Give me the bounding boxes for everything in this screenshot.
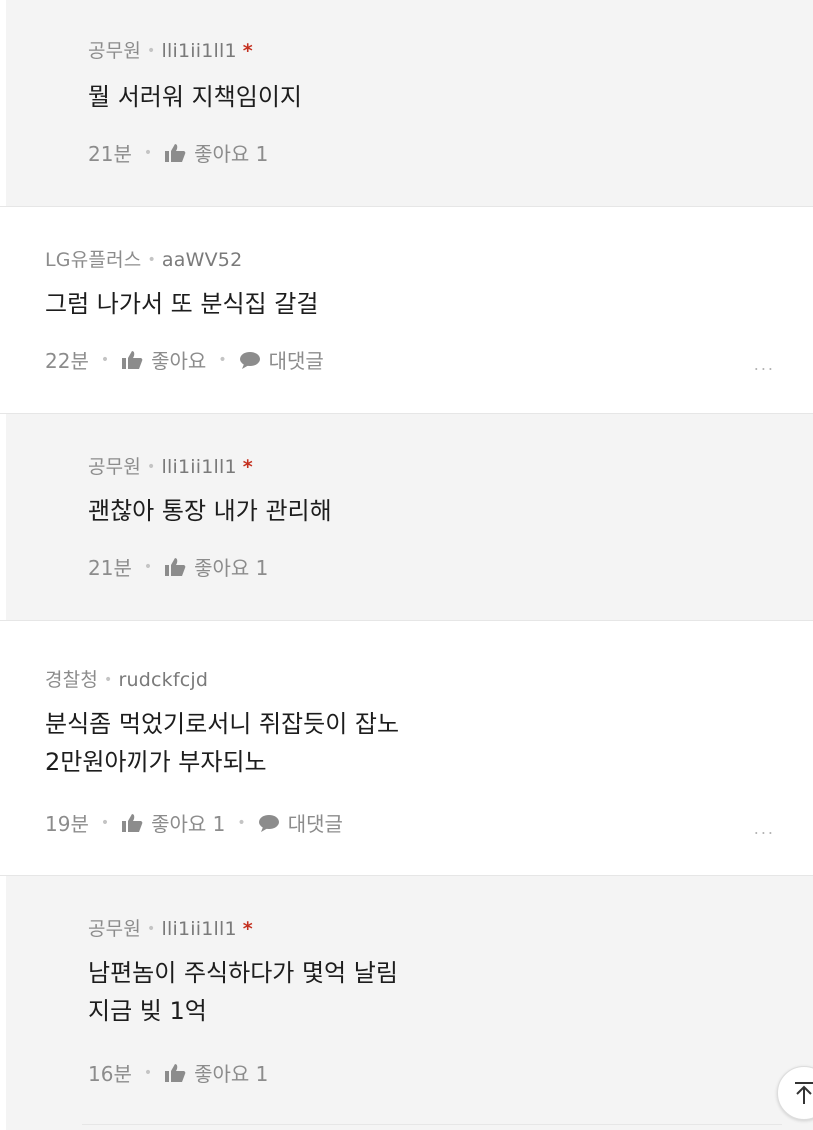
reply-comment: 공무원 • lli1ii1ll1 * 뭘 서러워 지책임이지 21분 • 좋아요 1 (6, 0, 813, 206)
author-org: LG유플러스 (45, 249, 142, 271)
reply-comment: 공무원 • lli1ii1ll1 * 괜찮아 통장 내가 관리해 21분 • 좋아요 … (6, 414, 813, 620)
arrow-up-to-top-icon (795, 1082, 813, 1104)
separator-dot: • (237, 814, 246, 831)
separator-dot: • (218, 351, 227, 368)
comment-actions: 21분 • 좋아요 1 (88, 552, 268, 581)
like-button[interactable]: 좋아요 1 (164, 552, 268, 581)
like-count-label: 좋아요 1 (194, 556, 269, 580)
comment-actions: 16분 • 좋아요 1 (88, 1058, 268, 1087)
comment: LG유플러스 • aaWV52 그럼 나가서 또 분식집 갈걸 22분 • 좋아요 … (0, 207, 813, 413)
comment-line: 지금 빚 1억 (88, 997, 207, 1025)
comment-text: 괜찮아 통장 내가 관리해 (88, 492, 332, 530)
comment-author[interactable]: LG유플러스 • aaWV52 (45, 245, 242, 272)
like-count-label: 좋아요 (151, 349, 207, 373)
comment-actions: 19분 • 좋아요 1 • 대댓글 (45, 808, 343, 837)
reply-comment: 공무원 • lli1ii1ll1 * 남편놈이 주식하다가 몇억 날림 지금 빚 1억… (6, 876, 813, 1130)
author-id: rudckfcjd (118, 669, 209, 691)
separator-dot: • (143, 558, 153, 575)
comment-line: 뭘 서러워 지책임이지 (88, 83, 302, 111)
comment-time: 21분 (88, 556, 132, 580)
like-button[interactable]: 좋아요 1 (164, 1058, 268, 1087)
author-org: 공무원 (88, 456, 142, 478)
comment-time: 19분 (45, 812, 89, 836)
separator-dot: • (100, 814, 110, 831)
author-id: lli1ii1ll1 (161, 456, 237, 478)
author-id: lli1ii1ll1 (161, 40, 237, 62)
author-org: 경찰청 (45, 669, 99, 691)
reply-button[interactable]: 대댓글 (258, 808, 343, 837)
like-button[interactable]: 좋아요 1 (121, 808, 225, 837)
comment: 경찰청 • rudckfcjd 분식좀 먹었기로서니 쥐잡듯이 잡노 2만원아끼가 … (0, 621, 813, 875)
thumbs-up-icon (122, 350, 143, 369)
comment-line: 그럼 나가서 또 분식집 갈걸 (45, 290, 319, 318)
reply-button[interactable]: 대댓글 (239, 345, 324, 374)
comment-text: 뭘 서러워 지책임이지 (88, 78, 302, 116)
comment-line: 2만원아끼가 부자되노 (45, 748, 267, 776)
thumbs-up-icon (165, 1063, 186, 1082)
divider (82, 1124, 782, 1125)
author-org: 공무원 (88, 918, 142, 940)
separator-dot: • (104, 672, 113, 688)
comment-actions: 22분 • 좋아요 • 대댓글 (45, 345, 324, 374)
author-badge-star: * (242, 456, 253, 478)
comment-text: 그럼 나가서 또 분식집 갈걸 (45, 285, 318, 323)
comment-author[interactable]: 공무원 • lli1ii1ll1 * (88, 36, 253, 63)
like-button[interactable]: 좋아요 (121, 345, 206, 374)
author-org: 공무원 (88, 40, 142, 62)
comment-time: 16분 (88, 1062, 132, 1086)
comment-line: 괜찮아 통장 내가 관리해 (88, 497, 332, 525)
author-id: lli1ii1ll1 (161, 918, 237, 940)
like-count-label: 좋아요 1 (194, 1062, 269, 1086)
author-badge-star: * (242, 918, 253, 940)
speech-bubble-icon (239, 351, 260, 369)
reply-label: 대댓글 (287, 812, 343, 836)
comment-text: 남편놈이 주식하다가 몇억 날림 지금 빚 1억 (88, 954, 398, 1030)
like-count-label: 좋아요 1 (151, 812, 226, 836)
separator-dot: • (147, 459, 156, 475)
thumbs-up-icon (122, 813, 143, 832)
like-button[interactable]: 좋아요 1 (164, 138, 268, 167)
thumbs-up-icon (165, 557, 186, 576)
separator-dot: • (147, 252, 156, 268)
author-badge-star: * (242, 40, 253, 62)
thumbs-up-icon (165, 143, 186, 162)
comment-actions: 21분 • 좋아요 1 (88, 138, 268, 167)
comment-author[interactable]: 공무원 • lli1ii1ll1 * (88, 914, 253, 941)
separator-dot: • (143, 1064, 153, 1081)
comment-text: 분식좀 먹었기로서니 쥐잡듯이 잡노 2만원아끼가 부자되노 (45, 705, 399, 781)
reply-label: 대댓글 (268, 349, 324, 373)
more-options-button[interactable]: ... (754, 355, 775, 374)
more-options-button[interactable]: ... (754, 819, 775, 838)
separator-dot: • (143, 144, 153, 161)
comment-line: 분식좀 먹었기로서니 쥐잡듯이 잡노 (45, 710, 400, 738)
comment-author[interactable]: 경찰청 • rudckfcjd (45, 665, 208, 692)
speech-bubble-icon (258, 814, 279, 832)
comment-line: 남편놈이 주식하다가 몇억 날림 (88, 959, 398, 987)
comment-thread: 공무원 • lli1ii1ll1 * 뭘 서러워 지책임이지 21분 • 좋아요 1 … (0, 0, 813, 1130)
author-id: aaWV52 (161, 249, 243, 271)
separator-dot: • (100, 351, 110, 368)
like-count-label: 좋아요 1 (194, 142, 269, 166)
separator-dot: • (147, 43, 156, 59)
separator-dot: • (147, 921, 156, 937)
comment-time: 21분 (88, 142, 132, 166)
comment-author[interactable]: 공무원 • lli1ii1ll1 * (88, 452, 253, 479)
comment-time: 22분 (45, 349, 89, 373)
